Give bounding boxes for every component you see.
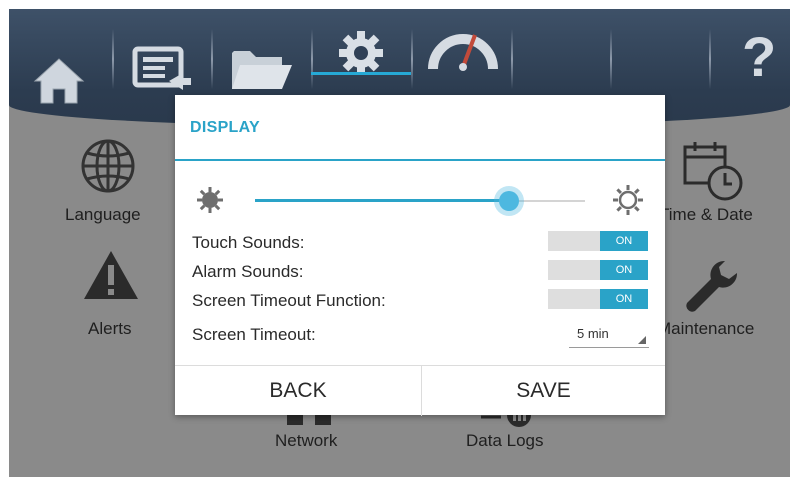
gauge-icon[interactable]	[427, 27, 499, 76]
title-divider	[175, 159, 665, 161]
toggle-state: ON	[600, 231, 648, 251]
toggle-state: ON	[600, 289, 648, 309]
tab-divider	[610, 29, 612, 89]
screen-timeout-function-label: Screen Timeout Function:	[192, 291, 386, 310]
screen-timeout-value: 5 min	[577, 326, 609, 341]
touch-sounds-label: Touch Sounds:	[192, 233, 305, 252]
dropdown-caret-icon	[638, 336, 646, 344]
tab-divider	[709, 29, 711, 89]
folder-icon[interactable]	[230, 45, 294, 98]
display-dialog: DISPLAY Touch Sounds: ON Alarm Sounds: O…	[175, 95, 665, 416]
tab-divider	[311, 29, 313, 89]
back-button[interactable]: BACK	[175, 366, 421, 416]
save-button[interactable]: SAVE	[422, 366, 665, 416]
screen-timeout-function-toggle[interactable]: ON	[548, 289, 648, 309]
home-icon[interactable]	[31, 51, 87, 112]
help-icon[interactable]: ?	[742, 29, 776, 85]
tab-divider	[211, 29, 213, 89]
warning-icon[interactable]	[81, 247, 141, 308]
calendar-clock-icon[interactable]	[681, 139, 745, 206]
tab-divider	[411, 29, 413, 89]
tab-divider	[511, 29, 513, 89]
network-label: Network	[275, 431, 338, 450]
brightness-slider-thumb[interactable]	[499, 191, 520, 211]
brightness-low-icon	[197, 187, 223, 218]
data-logs-label: Data Logs	[466, 431, 544, 450]
time-date-label: Time & Date	[659, 205, 753, 224]
brightness-high-icon	[613, 185, 643, 220]
active-tab-indicator	[311, 72, 411, 75]
alerts-label: Alerts	[88, 319, 132, 338]
alarm-sounds-label: Alarm Sounds:	[192, 262, 304, 281]
language-label: Language	[65, 205, 141, 224]
brightness-slider-fill	[255, 199, 510, 202]
globe-icon[interactable]	[79, 137, 137, 200]
dialog-button-bar: BACK SAVE	[175, 365, 665, 416]
alarm-sounds-toggle[interactable]: ON	[548, 260, 648, 280]
toggle-state: ON	[600, 260, 648, 280]
touch-sounds-toggle[interactable]: ON	[548, 231, 648, 251]
maintenance-label: Maintenance	[657, 319, 755, 338]
tab-divider	[112, 29, 114, 89]
screen-timeout-select[interactable]: 5 min	[569, 323, 649, 348]
dialog-title: DISPLAY	[190, 119, 260, 136]
device-screen: ? Language Alerts Time & Date Maintenanc…	[9, 9, 790, 477]
screen-timeout-label: Screen Timeout:	[192, 325, 316, 344]
wrench-icon[interactable]	[681, 257, 739, 320]
